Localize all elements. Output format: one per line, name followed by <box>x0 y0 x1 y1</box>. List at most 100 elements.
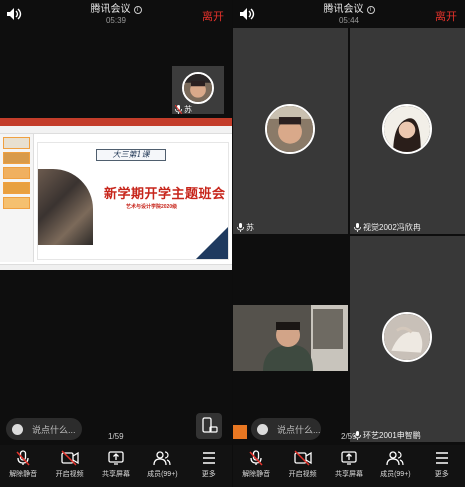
rotate-screen-button[interactable] <box>196 413 222 439</box>
meeting-time: 05:44 <box>338 16 360 25</box>
mic-icon <box>237 223 244 232</box>
start-video-button[interactable]: 开启视频 <box>48 450 92 479</box>
slide-canvas: 大三第1课 新学期开学主题班会 艺术与设计学院2020级 <box>37 142 229 260</box>
page-indicator: 1/59 <box>108 432 124 441</box>
slide-lesson-label: 大三第1课 <box>96 149 166 161</box>
app-logo <box>233 425 247 439</box>
slide-photo <box>38 169 93 245</box>
mic-muted-icon <box>16 450 30 466</box>
unmute-button[interactable]: 解除静音 <box>1 450 45 479</box>
phone-rotate-icon <box>202 417 218 433</box>
ppt-ribbon <box>0 126 232 134</box>
info-icon[interactable]: i <box>366 6 375 14</box>
participant-name: 视觉2002冯欣冉 <box>363 223 421 232</box>
members-button[interactable]: 成员(99+) <box>140 450 184 479</box>
bottom-toolbar: 解除静音 开启视频 共享屏幕 成员(99+) 更多 <box>0 445 232 487</box>
avatar-face <box>384 314 430 360</box>
more-label: 更多 <box>201 471 216 478</box>
share-screen-icon <box>341 451 357 465</box>
share-screen-button[interactable]: 共享屏幕 <box>94 450 138 479</box>
slide-thumb <box>3 197 30 209</box>
avatar <box>382 104 432 154</box>
bottom-toolbar: 解除静音 开启视频 共享屏幕 成员(99+) 更多 <box>233 445 465 487</box>
more-icon <box>435 452 448 464</box>
ppt-titlebar <box>0 118 232 126</box>
avatar <box>182 72 214 104</box>
avatar <box>382 312 432 362</box>
mic-muted-icon <box>175 105 182 114</box>
unmute-button[interactable]: 解除静音 <box>234 450 278 479</box>
more-icon <box>202 452 215 464</box>
top-bar: 腾讯会议 i 05:44 离开 <box>233 0 465 28</box>
avatar-face <box>267 106 313 152</box>
participant-tile[interactable]: 环艺2001申智鹏 <box>350 236 465 442</box>
chat-placeholder: 说点什么... <box>277 424 321 435</box>
more-button[interactable]: 更多 <box>420 450 464 479</box>
mic-icon <box>354 223 361 232</box>
chat-icon <box>12 423 23 435</box>
more-button[interactable]: 更多 <box>187 450 231 479</box>
leave-button[interactable]: 离开 <box>435 8 457 24</box>
participant-tile-self[interactable] <box>233 236 348 442</box>
share-screen-label: 共享屏幕 <box>101 471 130 478</box>
camera-feed <box>233 305 348 371</box>
unmute-label: 解除静音 <box>9 471 38 478</box>
meeting-title[interactable]: 腾讯会议 i <box>233 4 465 15</box>
video-off-icon <box>60 450 79 466</box>
top-bar: 腾讯会议 i 05:39 离开 <box>0 0 232 28</box>
meeting-screen-gallery: 腾讯会议 i 05:44 离开 苏 视觉2002冯欣冉 环艺2001申智鹏 说点… <box>233 0 465 487</box>
start-video-label: 开启视频 <box>288 471 317 478</box>
participant-name-tag: 环艺2001申智鹏 <box>354 430 421 441</box>
participant-name: 苏 <box>246 223 254 232</box>
slide-thumb <box>3 167 30 179</box>
participant-name-tag: 苏 <box>237 222 254 233</box>
start-video-label: 开启视频 <box>55 471 84 478</box>
meeting-screen-shared: 腾讯会议 i 05:39 离开 苏 大三第1课 新学期开学主题班会 艺术与设计学… <box>0 0 232 487</box>
ppt-statusbar <box>0 264 232 270</box>
members-icon <box>386 451 404 466</box>
slide-subtitle: 艺术与设计学院2020级 <box>126 204 178 210</box>
slide-headline: 新学期开学主题班会 <box>104 186 226 201</box>
share-screen-label: 共享屏幕 <box>334 471 363 478</box>
start-video-button[interactable]: 开启视频 <box>281 450 325 479</box>
unmute-label: 解除静音 <box>242 471 271 478</box>
chat-icon <box>257 423 268 435</box>
shared-screen[interactable]: 大三第1课 新学期开学主题班会 艺术与设计学院2020级 <box>0 118 232 270</box>
meeting-time: 05:39 <box>105 16 127 25</box>
info-icon[interactable]: i <box>133 6 142 14</box>
avatar-face <box>384 106 430 152</box>
page-indicator: 2/59 <box>341 432 357 441</box>
slide-thumb <box>3 152 30 164</box>
slide-thumb <box>3 137 30 149</box>
members-button[interactable]: 成员(99+) <box>373 450 417 479</box>
participant-tile[interactable]: 视觉2002冯欣冉 <box>350 28 465 234</box>
mic-muted-icon <box>249 450 263 466</box>
share-screen-button[interactable]: 共享屏幕 <box>327 450 371 479</box>
video-grid: 苏 视觉2002冯欣冉 环艺2001申智鹏 <box>233 28 465 442</box>
members-label: 成员(99+) <box>380 471 411 478</box>
chat-placeholder: 说点什么... <box>32 424 76 435</box>
slide-thumb <box>3 182 30 194</box>
participant-name: 环艺2001申智鹏 <box>363 431 421 440</box>
participant-name-tag: 视觉2002冯欣冉 <box>354 222 421 233</box>
share-screen-icon <box>108 451 124 465</box>
self-name: 苏 <box>184 105 192 114</box>
self-video-tile[interactable]: 苏 <box>172 66 224 114</box>
more-label: 更多 <box>434 471 449 478</box>
avatar <box>265 104 315 154</box>
meeting-title[interactable]: 腾讯会议 i <box>0 4 232 15</box>
avatar-face <box>184 74 212 102</box>
slide-corner-decoration <box>196 227 228 259</box>
title-text: 腾讯会议 <box>90 4 131 15</box>
chat-input[interactable]: 说点什么... <box>6 418 82 440</box>
slide-thumbnails <box>0 134 34 262</box>
self-camera-video <box>233 305 348 371</box>
members-icon <box>153 451 171 466</box>
participant-tile[interactable]: 苏 <box>233 28 348 234</box>
chat-input[interactable]: 说点什么... <box>251 418 321 440</box>
title-text: 腾讯会议 <box>323 4 364 15</box>
self-name-tag: 苏 <box>175 104 192 115</box>
members-label: 成员(99+) <box>147 471 178 478</box>
video-off-icon <box>293 450 312 466</box>
leave-button[interactable]: 离开 <box>202 8 224 24</box>
